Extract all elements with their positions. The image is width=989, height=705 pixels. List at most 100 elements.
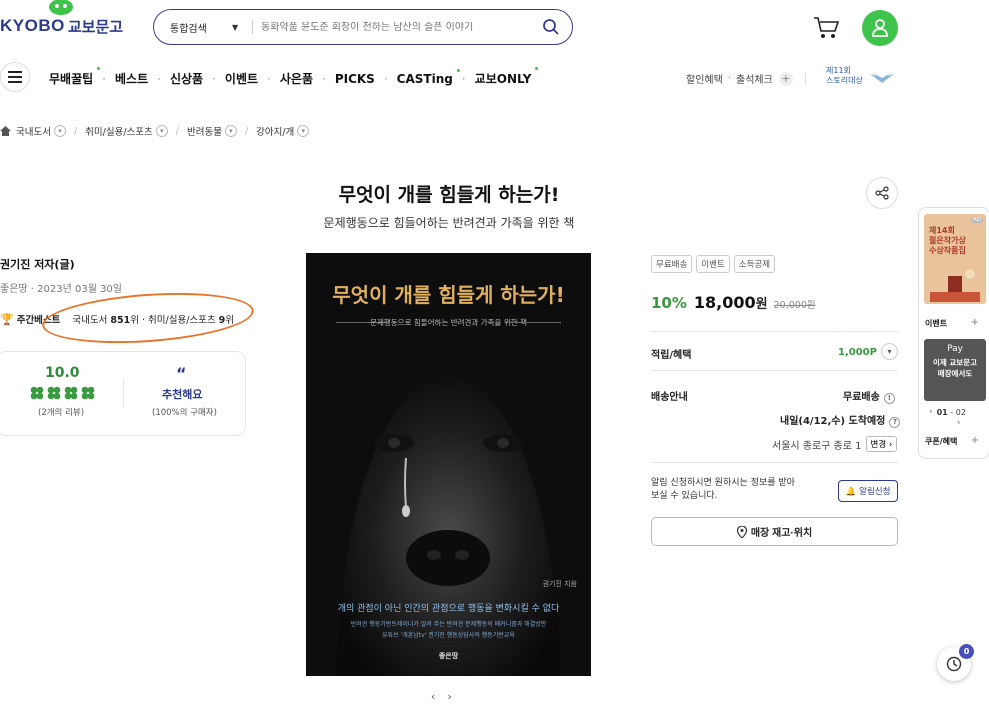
discount-rate: 10% xyxy=(651,294,687,312)
user-icon xyxy=(872,19,888,37)
chevron-down-icon[interactable]: ▾ xyxy=(155,125,168,137)
ad-banner[interactable]: AD 제14회 젊은작가상 수상작품집 xyxy=(924,214,986,304)
store-stock-button[interactable]: 매장 재고·위치 xyxy=(651,517,898,546)
nav-item-best[interactable]: 베스트 xyxy=(115,70,148,87)
publisher-date[interactable]: 좋은땅 · 2023년 03월 30일 xyxy=(0,280,122,295)
notify-button[interactable]: 🔔 알림신청 xyxy=(838,480,898,502)
chevron-right-icon[interactable]: › xyxy=(957,418,961,428)
plus-icon[interactable]: + xyxy=(971,317,979,328)
book-cover[interactable]: 무엇이 개를 힘들게 하는가! 문제행동으로 힘들어하는 반려견과 가족을 위한… xyxy=(306,253,591,676)
cart-icon[interactable] xyxy=(812,14,840,40)
clover-rating xyxy=(30,386,95,400)
chevron-down-icon[interactable]: ▾ xyxy=(53,125,66,137)
store-button-label: 매장 재고·위치 xyxy=(750,528,813,539)
breadcrumb-separator: / xyxy=(73,125,78,137)
nav-item-event[interactable]: 이벤트 xyxy=(225,70,258,87)
pay-banner[interactable]: Pay 이제 교보문고 매장에서도 xyxy=(924,339,986,401)
nav-separator: · xyxy=(267,71,271,86)
chevron-down-icon[interactable]: ▼ xyxy=(232,23,252,32)
award-banner[interactable]: 제11회 스토리대상 xyxy=(826,66,863,86)
search-scope-select[interactable]: 통합검색 xyxy=(170,20,232,35)
side-coupon-label: 쿠폰/혜택 xyxy=(925,437,958,446)
shipping-label: 배송안내 xyxy=(651,392,688,403)
breadcrumb: 국내도서 ▾ / 취미/실용/스포츠 ▾ / 반려동물 ▾ / 강아지/개 ▾ xyxy=(0,124,310,138)
nav-separator: · xyxy=(321,71,326,86)
nav-label: 무배꿀팁 xyxy=(49,72,94,86)
nav-separator: · xyxy=(461,71,466,86)
author-link[interactable]: 권기진 저자(글) xyxy=(0,256,75,272)
leaf-icon xyxy=(49,0,73,15)
home-icon[interactable] xyxy=(0,126,11,136)
new-dot xyxy=(535,67,539,70)
chevron-left-icon[interactable]: ‹ xyxy=(929,407,933,417)
breadcrumb-item[interactable]: 취미/실용/스포츠 xyxy=(85,124,153,138)
divider xyxy=(252,20,253,34)
ad-illustration xyxy=(930,269,980,302)
nav-item-casting[interactable]: CASTing xyxy=(397,68,460,86)
currency: 원 xyxy=(755,297,768,312)
attendance-link[interactable]: 출석체크 xyxy=(736,71,773,86)
recent-view-button[interactable]: 0 xyxy=(937,644,974,681)
chevron-down-icon[interactable]: ▾ xyxy=(297,125,310,137)
util-separator: · xyxy=(727,73,731,84)
wing-icon xyxy=(870,72,894,83)
ad-text: 제14회 젊은작가상 수상작품집 xyxy=(929,226,966,256)
price-row: 10% 18,000 원 20,000원 xyxy=(651,293,816,312)
cover-pager: ‹› xyxy=(431,690,464,703)
new-dot xyxy=(97,67,101,70)
divider xyxy=(804,72,806,85)
chevron-right-icon[interactable]: › xyxy=(447,690,463,703)
side-event-label: 이벤트 xyxy=(925,319,948,328)
discount-link[interactable]: 할인혜택 xyxy=(686,71,723,86)
info-icon[interactable]: ! xyxy=(883,392,895,404)
notify-label: 알림신청 xyxy=(859,486,891,496)
user-profile-button[interactable] xyxy=(862,10,898,46)
nav-item-gift[interactable]: 사은품 xyxy=(280,70,313,87)
recent-count-badge: 0 xyxy=(959,644,974,659)
search-icon[interactable] xyxy=(542,18,560,36)
tag-tax-deduction: 소득공제 xyxy=(733,255,776,273)
award-line: 제11회 xyxy=(826,66,851,75)
clover-icon xyxy=(47,386,61,400)
nav-item-free-shipping[interactable]: 무배꿀팁 xyxy=(49,67,101,87)
nav-separator: · xyxy=(157,71,161,86)
cover-publisher: 좋은땅 xyxy=(438,652,459,660)
nav-item-kyobo-only[interactable]: 교보ONLY xyxy=(475,67,539,87)
chevron-down-icon[interactable]: ▾ xyxy=(881,343,898,360)
plus-icon[interactable]: + xyxy=(971,435,979,446)
divider xyxy=(651,331,898,332)
share-button[interactable] xyxy=(866,177,898,209)
change-address-button[interactable]: 변경 › xyxy=(865,436,898,452)
page-total: 02 xyxy=(955,407,966,417)
help-icon[interactable]: ? xyxy=(889,416,901,428)
sale-price: 18,000 xyxy=(693,293,756,312)
change-label: 변경 xyxy=(870,440,887,450)
chevron-left-icon[interactable]: ‹ xyxy=(431,690,447,703)
menu-button[interactable] xyxy=(0,62,30,92)
cover-author: 권기진 지음 xyxy=(542,580,577,588)
nav-item-new[interactable]: 신상품 xyxy=(170,70,203,87)
page-title: 무엇이 개를 힘들게 하는가! xyxy=(338,184,560,206)
utility-nav: 할인혜택 · 출석체크 + xyxy=(686,71,818,86)
breadcrumb-item[interactable]: 반려동물 xyxy=(187,124,222,138)
ad-badge: AD xyxy=(971,217,983,223)
kyobo-logo[interactable]: KYOBO 교보문고 xyxy=(0,0,123,40)
side-coupon-link[interactable]: 쿠폰/혜택 + xyxy=(925,435,985,447)
divider xyxy=(651,462,898,463)
breadcrumb-item[interactable]: 국내도서 xyxy=(16,124,51,138)
nav-item-picks[interactable]: PICKS xyxy=(335,72,375,86)
pay-logo-text: Pay xyxy=(947,344,963,354)
nav-separator: · xyxy=(383,71,388,86)
clover-icon xyxy=(81,386,95,400)
plus-icon[interactable]: + xyxy=(778,71,793,86)
search-input[interactable] xyxy=(261,21,542,33)
side-event-link[interactable]: 이벤트 + xyxy=(925,317,985,329)
award-line: 스토리대상 xyxy=(826,76,863,85)
delivery-date: 내일(4/12,수) 도착예정? xyxy=(780,412,901,428)
recommend-percent: (100%의 구매자) xyxy=(152,408,217,418)
benefit-tags: 무료배송 이벤트 소득공제 xyxy=(651,255,776,273)
breadcrumb-item[interactable]: 강아지/개 xyxy=(256,124,294,138)
chevron-down-icon[interactable]: ▾ xyxy=(224,125,237,137)
page-current: 01 xyxy=(936,407,948,417)
clover-icon xyxy=(64,386,78,400)
